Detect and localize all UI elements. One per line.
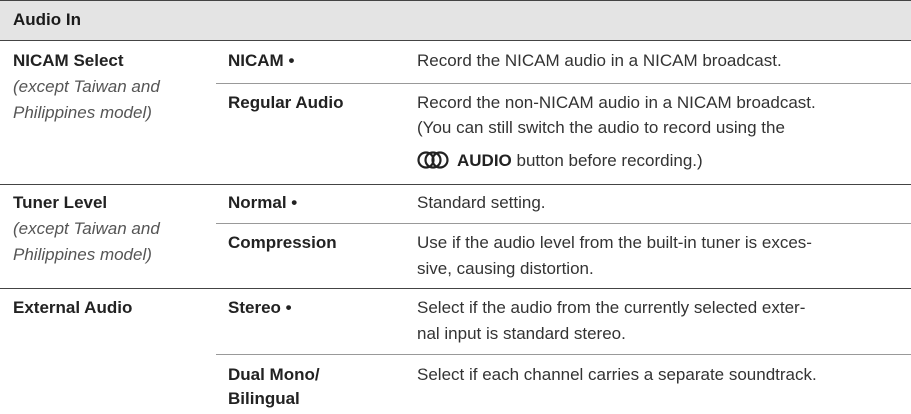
- table-title: Audio In: [13, 10, 81, 29]
- desc-normal: Standard setting.: [417, 193, 546, 212]
- desc-dual-mono: Select if each channel carries a separat…: [417, 365, 817, 384]
- option-normal: Normal •: [228, 193, 298, 212]
- setting-external-audio: External Audio: [13, 295, 213, 321]
- option-dual-mono-line2: Bilingual: [228, 389, 300, 408]
- section-divider: [0, 184, 911, 185]
- setting-note: (except Taiwan and Philippines model): [13, 77, 160, 122]
- desc-regular-audio-line1: Record the non-NICAM audio in a NICAM br…: [417, 93, 816, 112]
- option-regular-audio: Regular Audio: [228, 93, 344, 112]
- desc-compression-line2: sive, causing distortion.: [417, 259, 594, 278]
- row-divider: [216, 223, 911, 224]
- settings-table: Audio In NICAM Select (except Taiwan and…: [0, 0, 911, 414]
- desc-regular-audio-line3: AUDIO button before recording.): [417, 148, 907, 177]
- desc-compression-line1: Use if the audio level from the built-in…: [417, 233, 812, 252]
- option-dual-mono-line1: Dual Mono/: [228, 365, 320, 384]
- option-compression: Compression: [228, 233, 337, 252]
- setting-name: NICAM Select: [13, 51, 124, 70]
- setting-name: External Audio: [13, 298, 133, 317]
- option-nicam: NICAM •: [228, 51, 295, 70]
- row-divider: [216, 83, 911, 84]
- row-divider: [216, 354, 911, 355]
- desc-regular-audio-line2: (You can still switch the audio to recor…: [417, 118, 785, 137]
- section-divider: [0, 288, 911, 289]
- desc-stereo-line2: nal input is standard stereo.: [417, 324, 626, 343]
- desc-nicam: Record the NICAM audio in a NICAM broadc…: [417, 51, 782, 70]
- audio-button-label: AUDIO: [457, 151, 512, 170]
- table-header: Audio In: [0, 0, 911, 41]
- setting-tuner-level: Tuner Level (except Taiwan and Philippin…: [13, 190, 213, 268]
- setting-nicam-select: NICAM Select (except Taiwan and Philippi…: [13, 48, 213, 126]
- desc-stereo-line1: Select if the audio from the currently s…: [417, 298, 806, 317]
- setting-note: (except Taiwan and Philippines model): [13, 219, 160, 264]
- option-stereo: Stereo •: [228, 298, 292, 317]
- desc-regular-audio-tail: button before recording.): [516, 151, 703, 170]
- setting-name: Tuner Level: [13, 193, 108, 212]
- audio-button-icon: [417, 151, 449, 177]
